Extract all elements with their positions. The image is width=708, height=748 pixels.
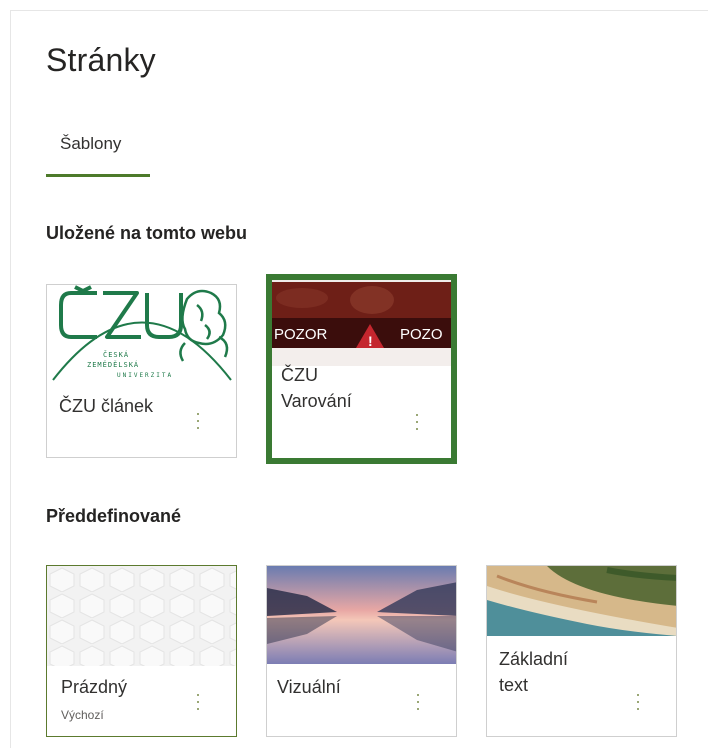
blank-thumbnail (47, 566, 236, 666)
banner-text-right: POZO (400, 326, 443, 343)
basic-text-thumbnail (487, 566, 676, 636)
more-options-icon[interactable] (191, 409, 205, 433)
default-label: Výchozí (61, 708, 104, 722)
svg-text:ČESKÁ: ČESKÁ (103, 350, 129, 359)
more-options-icon[interactable] (411, 690, 425, 714)
tab-templates-label: Šablony (60, 134, 122, 153)
card-name: ČZU článek (59, 396, 154, 416)
svg-text:UNIVERZITA: UNIVERZITA (117, 372, 173, 379)
card-name-line2: text (499, 675, 529, 695)
czu-logo-icon: ČESKÁ ZEMĚDĚLSKÁ UNIVERZITA (52, 285, 232, 381)
more-options-icon[interactable] (191, 690, 205, 714)
tab-selected-underline (46, 174, 150, 177)
card-name-line1: ČZU (281, 365, 318, 385)
card-name-line1: Základní (499, 649, 569, 669)
svg-text:!: ! (368, 333, 373, 349)
card-name: Vizuální (277, 677, 341, 697)
more-options-icon[interactable] (410, 410, 424, 434)
warning-banner-image: POZOR ! POZO (272, 280, 451, 366)
template-card-basic-text[interactable]: Základní text (486, 565, 677, 737)
more-options-icon[interactable] (631, 690, 645, 714)
svg-text:ZEMĚDĚLSKÁ: ZEMĚDĚLSKÁ (87, 360, 139, 369)
aerial-beach-image (487, 566, 676, 636)
card-name: Prázdný (61, 677, 128, 697)
banner-text-left: POZOR (274, 326, 328, 343)
tab-templates[interactable]: Šablony (46, 126, 150, 178)
template-card-czu-warning[interactable]: POZOR ! POZO ČZU Varování (266, 274, 457, 464)
section-heading-predefined: Předdefinované (46, 506, 182, 526)
card-name-line2: Varování (281, 391, 352, 411)
czu-logo-thumbnail: ČESKÁ ZEMĚDĚLSKÁ UNIVERZITA (47, 285, 236, 389)
warning-banner-thumbnail: POZOR ! POZO (272, 280, 451, 366)
lake-landscape-image (267, 566, 456, 664)
visual-thumbnail (267, 566, 456, 664)
template-card-czu-article[interactable]: ČESKÁ ZEMĚDĚLSKÁ UNIVERZITA ČZU článek (46, 284, 237, 458)
template-card-visual[interactable]: Vizuální (266, 565, 457, 737)
template-card-blank[interactable]: Prázdný Výchozí (46, 565, 237, 737)
section-heading-saved: Uložené na tomto webu (46, 223, 248, 243)
page-title: Stránky (46, 42, 156, 78)
